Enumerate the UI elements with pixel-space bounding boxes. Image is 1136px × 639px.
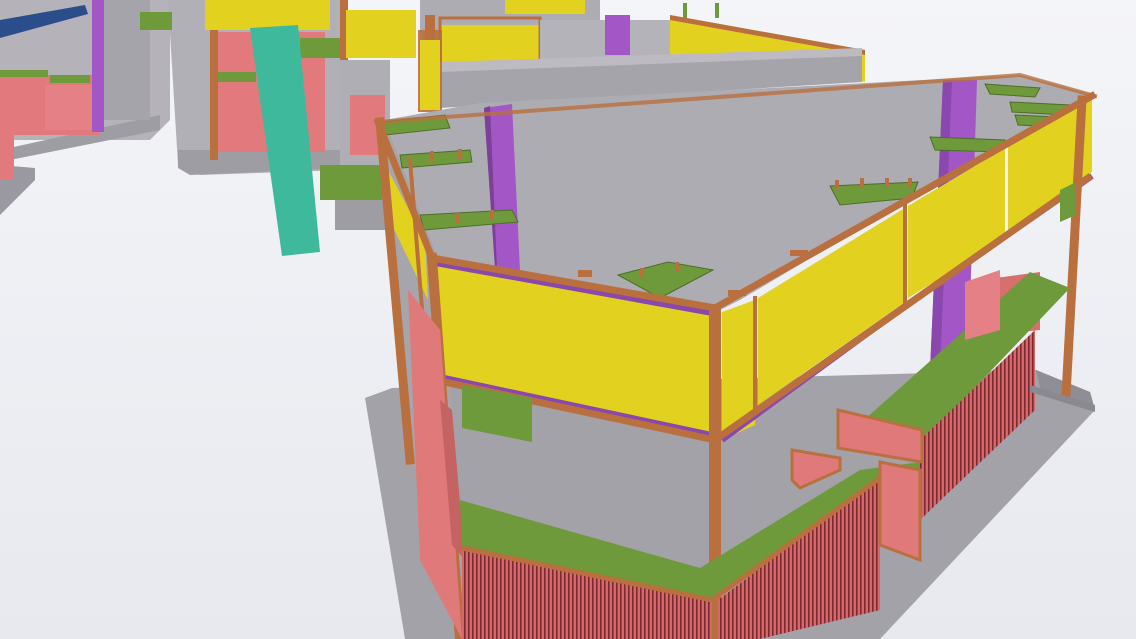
red-block-4 <box>965 270 1000 340</box>
red-block-2 <box>878 460 922 563</box>
bim-3d-viewport[interactable] <box>0 0 1136 639</box>
model-canvas[interactable] <box>0 0 1136 639</box>
